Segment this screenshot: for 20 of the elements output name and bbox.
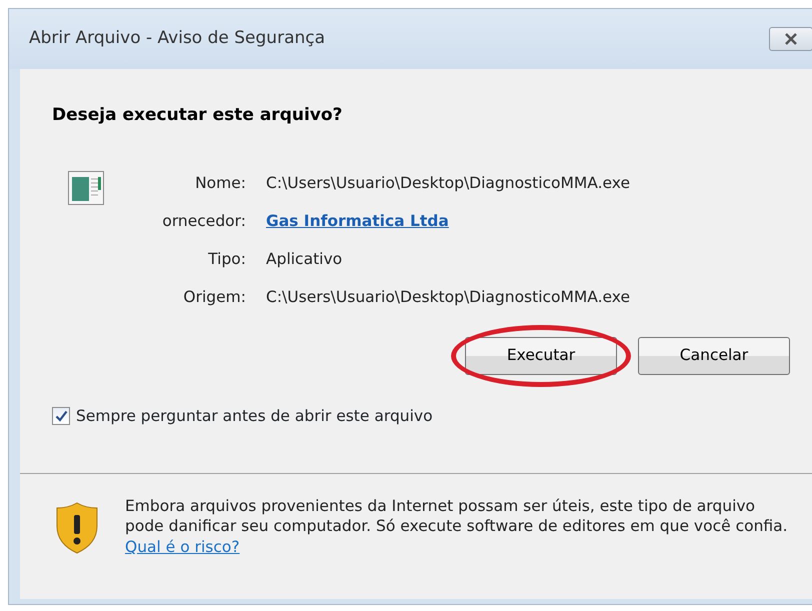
dialog-heading: Deseja executar este arquivo?: [52, 104, 344, 127]
warning-shield-icon: [56, 502, 98, 554]
checkbox-label: Sempre perguntar antes de abrir este arquivo: [76, 406, 433, 426]
field-label: ornecedor:: [161, 210, 247, 232]
close-icon: [784, 33, 798, 45]
field-label: Tipo:: [207, 248, 247, 270]
publisher-link[interactable]: Gas Informatica Ltda: [266, 210, 449, 234]
field-value: Aplicativo: [266, 248, 342, 270]
checkbox[interactable]: [52, 407, 70, 426]
close-button[interactable]: [769, 27, 812, 51]
window-title: Abrir Arquivo - Aviso de Segurança: [29, 27, 326, 50]
field-label: Nome:: [194, 172, 247, 194]
field-value: C:\Users\Usuario\Desktop\DiagnosticoMMA.exe: [266, 286, 630, 308]
cancel-button[interactable]: Cancelar: [638, 336, 790, 374]
field-label: Origem:: [182, 286, 247, 308]
risk-link[interactable]: Qual é o risco?: [125, 538, 240, 556]
run-button[interactable]: Executar: [465, 336, 617, 374]
application-icon: [68, 170, 104, 204]
warning-text: Embora arquivos provenientes da Internet possam ser úteis, este tipo de arquivo pode danificar seu computador. Só execute software de editores em que você confia. Qual é o risco?: [125, 496, 789, 558]
field-value: C:\Users\Usuario\Desktop\DiagnosticoMMA.exe: [266, 172, 630, 194]
